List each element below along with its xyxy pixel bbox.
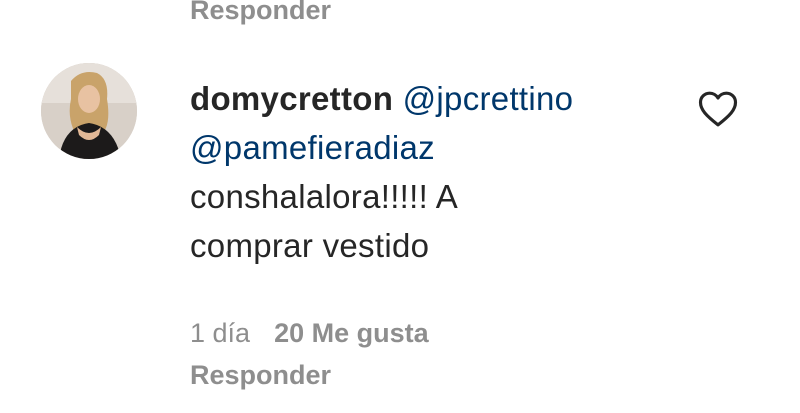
comment-text-line: conshalalora!!!!! A <box>190 178 459 215</box>
previous-comment-reply-button[interactable]: Responder <box>190 0 331 26</box>
heart-outline-icon <box>698 91 738 127</box>
comment-body: domycretton @jpcrettino @pamefieradiaz c… <box>190 74 670 270</box>
comment-text-line: comprar vestido <box>190 227 430 264</box>
comment-username[interactable]: domycretton <box>190 80 393 117</box>
avatar[interactable] <box>41 63 137 159</box>
mention-link[interactable]: @pamefieradiaz <box>190 129 435 166</box>
comment-age[interactable]: 1 día <box>190 318 250 348</box>
avatar-photo <box>41 63 137 159</box>
comment-likes-count[interactable]: 20 Me gusta <box>274 318 429 348</box>
comment-meta: 1 día 20 Me gusta <box>190 316 429 350</box>
like-button[interactable] <box>698 90 738 128</box>
mention-link[interactable]: @jpcrettino <box>403 80 574 117</box>
reply-button[interactable]: Responder <box>190 358 331 392</box>
